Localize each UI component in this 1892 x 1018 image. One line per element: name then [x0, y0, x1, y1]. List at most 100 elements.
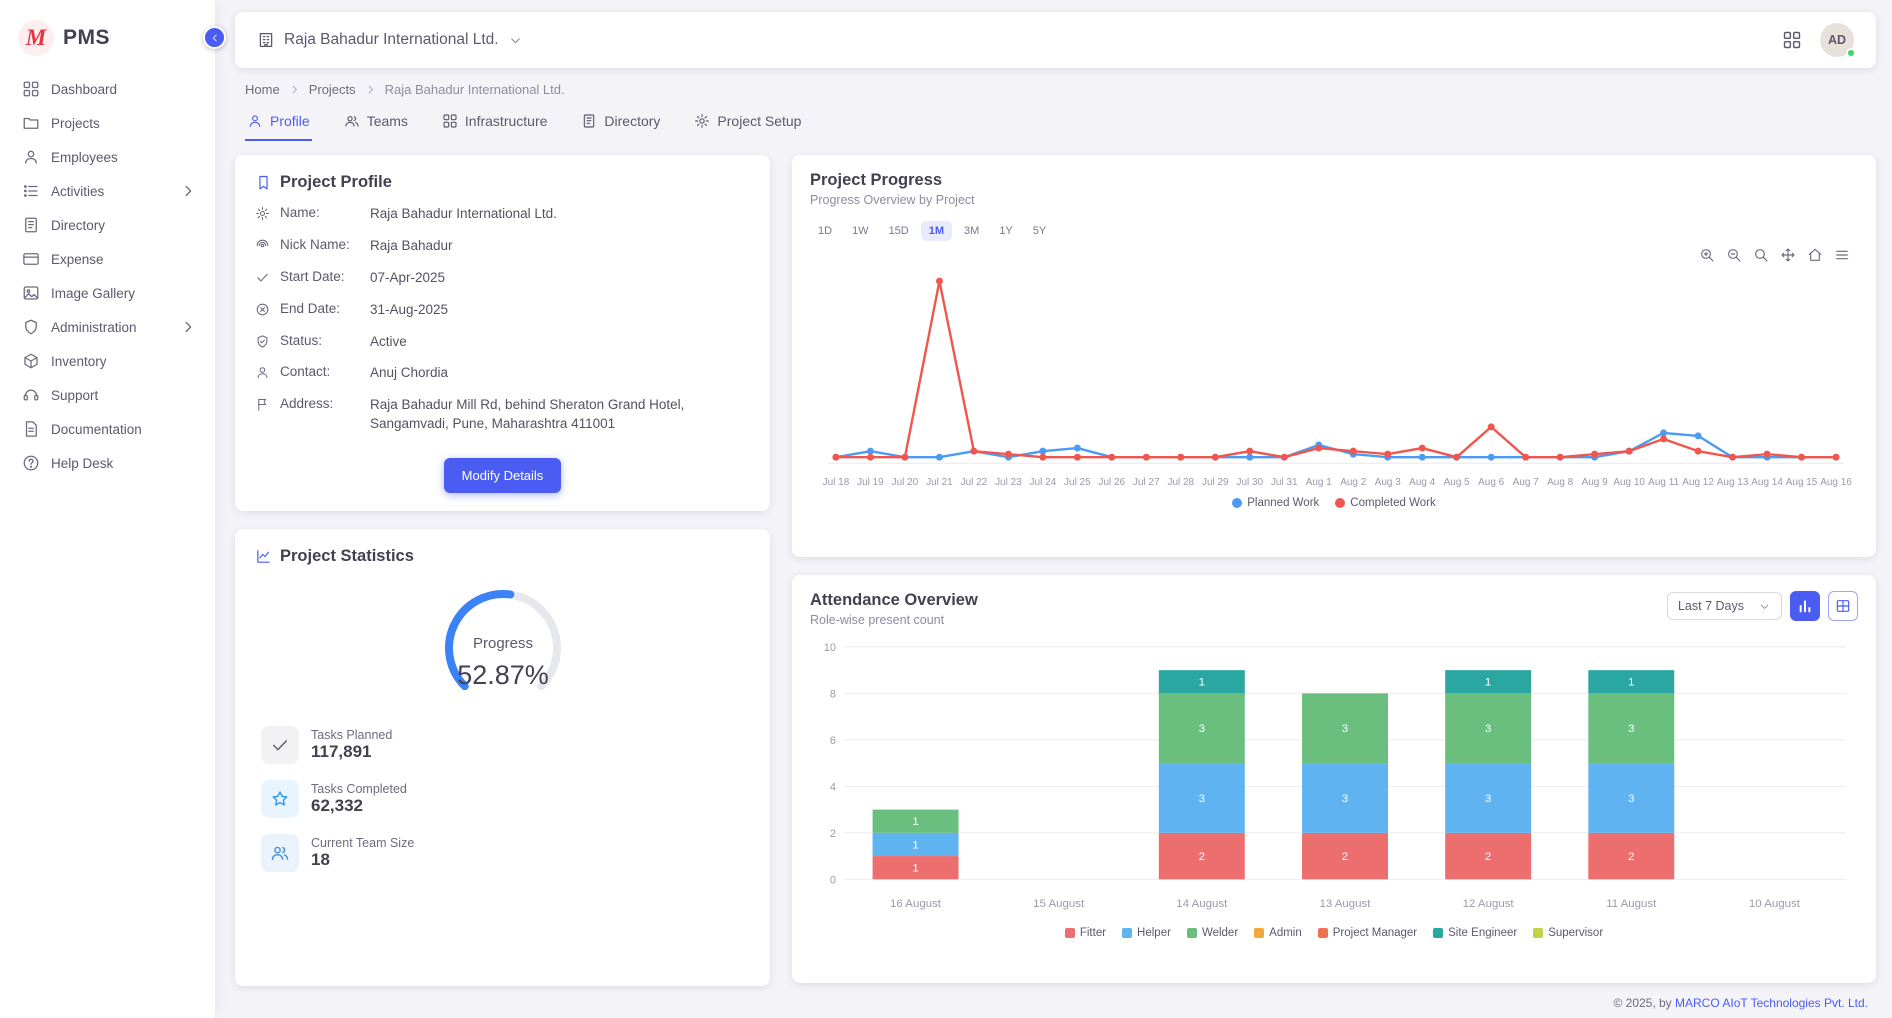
shield-icon — [255, 334, 270, 349]
gauge-label: Progress — [472, 635, 532, 652]
svg-text:Aug 9: Aug 9 — [1582, 477, 1609, 488]
field-label: Contact: — [280, 364, 360, 379]
legend-admin[interactable]: Admin — [1254, 927, 1302, 939]
shortcuts-button[interactable] — [1782, 30, 1802, 50]
chevron-right-icon — [364, 83, 377, 96]
range-1d[interactable]: 1D — [810, 221, 840, 241]
sidebar-item-dashboard[interactable]: Dashboard — [0, 72, 215, 106]
sidebar-item-projects[interactable]: Projects — [0, 106, 215, 140]
gear-icon — [694, 113, 710, 129]
svg-text:1: 1 — [912, 839, 918, 851]
legend-helper[interactable]: Helper — [1122, 927, 1171, 939]
company-selector[interactable]: Raja Bahadur International Ltd. — [257, 31, 523, 49]
sidebar-item-administration[interactable]: Administration — [0, 310, 215, 344]
legend-site-engineer[interactable]: Site Engineer — [1433, 927, 1517, 939]
tab-label: Infrastructure — [465, 113, 547, 129]
employees-icon — [22, 148, 40, 166]
svg-text:12 August: 12 August — [1463, 898, 1515, 910]
building-icon — [257, 31, 275, 49]
sidebar-item-directory[interactable]: Directory — [0, 208, 215, 242]
profile-field-contact: Contact: Anuj Chordia — [255, 364, 750, 383]
sidebar-item-label: Documentation — [51, 422, 142, 437]
statistics-items: Tasks Planned 117,891 Tasks Completed 62… — [255, 726, 750, 872]
profile-field-start-date: Start Date: 07-Apr-2025 — [255, 269, 750, 288]
range-1m[interactable]: 1M — [921, 221, 952, 241]
stat-item-tasks-planned: Tasks Planned 117,891 — [261, 726, 750, 764]
stat-value: 62,332 — [311, 796, 363, 815]
days-filter-select[interactable]: Last 7 Days — [1667, 592, 1782, 620]
sidebar-item-help-desk[interactable]: Help Desk — [0, 446, 215, 480]
legend-fitter[interactable]: Fitter — [1065, 927, 1106, 939]
breadcrumb-item-raja-bahadur-international-ltd[interactable]: Raja Bahadur International Ltd. — [385, 82, 565, 97]
chevron-down-icon — [508, 33, 523, 48]
sidebar-item-label: Help Desk — [51, 456, 113, 471]
dashboard-icon — [22, 80, 40, 98]
pan-button[interactable] — [1780, 247, 1796, 263]
legend-planned-work[interactable]: Planned Work — [1232, 497, 1319, 509]
svg-text:11 August: 11 August — [1606, 898, 1657, 910]
field-value: 31-Aug-2025 — [370, 301, 750, 320]
svg-text:Jul 29: Jul 29 — [1202, 477, 1229, 488]
reset-zoom-button[interactable] — [1807, 247, 1823, 263]
sidebar-collapse-button[interactable] — [203, 26, 226, 49]
svg-text:1: 1 — [912, 863, 918, 875]
range-1y[interactable]: 1Y — [991, 221, 1020, 241]
sidebar-item-expense[interactable]: Expense — [0, 242, 215, 276]
breadcrumb-item-projects[interactable]: Projects — [309, 82, 356, 97]
modify-details-button[interactable]: Modify Details — [444, 458, 562, 493]
legend-project-manager[interactable]: Project Manager — [1318, 927, 1417, 939]
attendance-chart[interactable]: 024681016 August11115 August14 August233… — [810, 633, 1858, 923]
sidebar-item-support[interactable]: Support — [0, 378, 215, 412]
legend-supervisor[interactable]: Supervisor — [1533, 927, 1603, 939]
menu-button[interactable] — [1834, 247, 1850, 263]
sidebar-item-activities[interactable]: Activities — [0, 174, 215, 208]
tab-directory[interactable]: Directory — [579, 107, 662, 141]
team-icon-box — [261, 834, 299, 872]
sidebar-item-image-gallery[interactable]: Image Gallery — [0, 276, 215, 310]
attendance-card-header: Attendance Overview Role-wise present co… — [810, 591, 1858, 627]
users-icon — [344, 113, 360, 129]
chevron-right-icon — [288, 83, 301, 96]
svg-text:3: 3 — [1628, 723, 1634, 735]
app-logo[interactable]: M PMS — [0, 6, 215, 72]
sidebar-item-label: Image Gallery — [51, 286, 135, 301]
statistics-card-title: Project Statistics — [280, 547, 414, 566]
tab-teams[interactable]: Teams — [342, 107, 410, 141]
range-buttons: 1D1W15D1M3M1Y5Y — [810, 221, 1858, 241]
tab-infrastructure[interactable]: Infrastructure — [440, 107, 549, 141]
sidebar-item-inventory[interactable]: Inventory — [0, 344, 215, 378]
tab-project-setup[interactable]: Project Setup — [692, 107, 803, 141]
sidebar-item-employees[interactable]: Employees — [0, 140, 215, 174]
svg-text:1: 1 — [1199, 677, 1205, 689]
sidebar: M PMS Dashboard Projects Employees Activ… — [0, 0, 215, 1018]
svg-text:3: 3 — [1628, 793, 1634, 805]
table-view-button[interactable] — [1828, 591, 1858, 621]
svg-text:Aug 8: Aug 8 — [1547, 477, 1574, 488]
range-1w[interactable]: 1W — [844, 221, 877, 241]
legend-completed-work[interactable]: Completed Work — [1335, 497, 1435, 509]
project-progress-chart[interactable]: Jul 18Jul 19Jul 20Jul 21Jul 22Jul 23Jul … — [810, 255, 1858, 493]
menu-icon — [1834, 247, 1850, 263]
tab-label: Project Setup — [717, 113, 801, 129]
chevron-right-icon — [179, 182, 197, 200]
sidebar-item-documentation[interactable]: Documentation — [0, 412, 215, 446]
range-5y[interactable]: 5Y — [1025, 221, 1054, 241]
user-avatar[interactable]: AD — [1820, 23, 1854, 57]
chart-view-button[interactable] — [1790, 591, 1820, 621]
range-3m[interactable]: 3M — [956, 221, 987, 241]
legend-marker — [1433, 928, 1443, 938]
footer-link[interactable]: MARCO AIoT Technologies Pvt. Ltd. — [1675, 996, 1868, 1010]
left-column: Project Profile Name: Raja Bahadur Inter… — [235, 155, 770, 986]
zoom-out-button[interactable] — [1726, 247, 1742, 263]
svg-text:Aug 5: Aug 5 — [1444, 477, 1471, 488]
legend-welder[interactable]: Welder — [1187, 927, 1238, 939]
shortcuts-icon — [1782, 30, 1802, 50]
breadcrumb-item-home[interactable]: Home — [245, 82, 280, 97]
selection-zoom-button[interactable] — [1753, 247, 1769, 263]
footer: © 2025, by MARCO AIoT Technologies Pvt. … — [235, 996, 1868, 1010]
zoom-in-button[interactable] — [1699, 247, 1715, 263]
legend-marker — [1318, 928, 1328, 938]
tab-profile[interactable]: Profile — [245, 107, 312, 141]
projects-icon — [22, 114, 40, 132]
range-15d[interactable]: 15D — [881, 221, 917, 241]
